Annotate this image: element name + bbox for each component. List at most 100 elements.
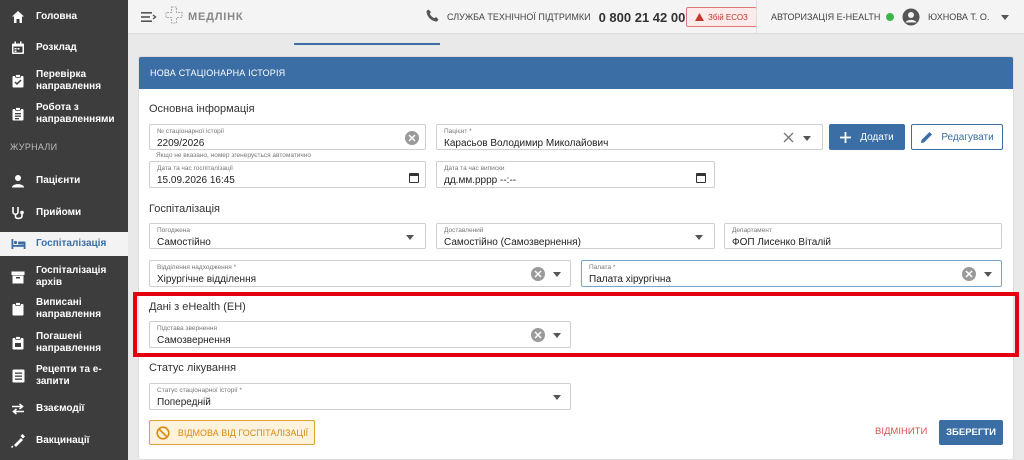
section-ehealth: Дані з eHealth (ЕН) (149, 301, 246, 313)
sidebar: Головна Розклад Перевірка направлення Ро… (0, 0, 128, 460)
history-number-field[interactable]: № стаціонарної історії 2209/2026 (149, 124, 426, 150)
save-button[interactable]: ЗБЕРЕГТИ (939, 420, 1003, 445)
appeal-basis-select[interactable]: Підстава звернення Самозвернення (149, 321, 571, 348)
sidebar-item-hospitalization-archive[interactable]: Госпіталізація архів (0, 265, 128, 288)
patient-select[interactable]: Пацієнт * Карасьов Володимир Миколайович (436, 124, 823, 150)
add-patient-button[interactable]: Додати (829, 124, 905, 150)
menu-toggle-icon[interactable] (140, 8, 158, 26)
close-icon[interactable] (783, 132, 794, 146)
sidebar-section-journals: ЖУРНАЛИ (10, 142, 58, 152)
refuse-hospitalization-button[interactable]: ВІДМОВА ВІД ГОСПІТАЛІЗАЦІЇ (149, 420, 315, 445)
sidebar-item-prescriptions[interactable]: Рецепти та е-запити (0, 363, 128, 389)
user-name: ЮХНОВА Т. О. (928, 12, 990, 22)
medical-cross-logo-icon (164, 5, 184, 28)
clear-icon[interactable] (531, 328, 545, 342)
calendar-icon (10, 40, 26, 56)
support-phone[interactable]: 0 800 21 42 00 (599, 10, 686, 25)
active-tab-indicator (294, 43, 440, 45)
admission-dept-value: Хірургічне відділення (157, 274, 257, 285)
discharge-datetime-field[interactable]: Дата та час виписки дд.мм.рррр --:-- (436, 161, 715, 188)
new-inpatient-history-card: НОВА СТАЦІОНАРНА ІСТОРІЯ Основна інформа… (138, 56, 1014, 460)
department-label: Департамент (732, 227, 772, 234)
sidebar-item-schedule[interactable]: Розклад (0, 37, 128, 59)
delivered-value: Самостійно (Самозвернення) (444, 237, 581, 248)
swap-icon (10, 401, 26, 417)
section-hospitalization: Госпіталізація (149, 203, 220, 215)
calendar-icon[interactable] (409, 173, 419, 183)
chevron-down-icon (1001, 14, 1010, 20)
clipboard-done-icon (10, 335, 26, 351)
chevron-down-icon[interactable] (553, 333, 561, 338)
logo-text: МЕДЛІНК (188, 10, 244, 23)
chevron-down-icon[interactable] (803, 136, 811, 141)
forbidden-icon (156, 425, 170, 440)
chevron-down-icon[interactable] (553, 395, 561, 400)
history-number-value: 2209/2026 (157, 138, 205, 149)
sidebar-item-label: Перевірка направлення (36, 69, 102, 92)
sidebar-item-label: Вакцинації (36, 435, 90, 446)
delivered-select[interactable]: Доставлений Самостійно (Самозвернення) (436, 223, 715, 249)
chevron-down-icon[interactable] (406, 235, 414, 240)
support-info: СЛУЖБА ТЕХНІЧНОЇ ПІДТРИМКИ 0 800 21 42 0… (426, 0, 685, 34)
stethoscope-icon (10, 205, 26, 221)
referral-select[interactable]: Погоджена Самостійно (149, 223, 426, 249)
delivered-label: Доставлений (444, 227, 484, 234)
sidebar-item-label: Виписані направлення (36, 297, 102, 320)
appeal-basis-label: Підстава звернення (157, 325, 217, 332)
clipboard-check-icon (10, 73, 26, 89)
hospitalization-datetime-field[interactable]: Дата та час госпіталізації 15.09.2026 16… (149, 161, 426, 188)
sidebar-item-redeemed-referrals[interactable]: Погашені направлення (0, 330, 128, 356)
ehealth-auth-status[interactable]: АВТОРИЗАЦІЯ E-HEALTH (756, 0, 895, 34)
bed-icon (10, 236, 26, 252)
sidebar-item-issued-referrals[interactable]: Виписані направлення (0, 296, 128, 322)
history-status-select[interactable]: Статус стаціонарної історії * Попередній (149, 383, 571, 410)
admission-department-select[interactable]: Відділення надходження * Хірургічне відд… (149, 260, 571, 287)
appeal-basis-value: Самозвернення (157, 335, 231, 346)
sidebar-item-hospitalization[interactable]: Госпіталізація (0, 232, 128, 256)
sidebar-item-patients[interactable]: Пацієнти (0, 170, 128, 192)
sidebar-item-label: Прийоми (36, 207, 82, 218)
sidebar-item-home[interactable]: Головна (0, 6, 128, 28)
hosp-datetime-label: Дата та час госпіталізації (157, 165, 233, 172)
section-treatment-status: Статус лікування (149, 362, 237, 374)
sidebar-item-label: Головна (36, 11, 78, 22)
history-status-label: Статус стаціонарної історії * (157, 387, 242, 394)
edit-patient-button[interactable]: Редагувати (911, 124, 1003, 150)
clipboard-list-icon (10, 106, 26, 122)
esoz-alert-label: Збій ЕСОЗ (708, 12, 748, 22)
sidebar-item-vaccinations[interactable]: Вакцинації (0, 430, 128, 452)
support-label: СЛУЖБА ТЕХНІЧНОЇ ПІДТРИМКИ (447, 12, 591, 22)
calendar-icon[interactable] (696, 173, 706, 183)
edit-button-label: Редагувати (941, 131, 994, 143)
sidebar-item-interactions[interactable]: Взаємодії (0, 398, 128, 420)
logo: МЕДЛІНК (164, 5, 243, 28)
referral-value: Самостійно (157, 237, 211, 248)
section-basic-info: Основна інформація (149, 103, 255, 115)
add-button-label: Додати (860, 131, 894, 143)
chevron-down-icon[interactable] (984, 272, 992, 277)
cancel-button[interactable]: ВІДМІНИТИ (875, 426, 927, 437)
esoz-alert-button[interactable]: Збій ЕСОЗ (686, 7, 757, 27)
clear-icon[interactable] (962, 267, 976, 281)
department-value: ФОП Лисенко Віталій (732, 237, 831, 248)
top-header: МЕДЛІНК СЛУЖБА ТЕХНІЧНОЇ ПІДТРИМКИ 0 800… (128, 0, 1024, 34)
sidebar-item-referral-work[interactable]: Робота з направленнями (0, 101, 128, 127)
list-icon (10, 368, 26, 384)
sidebar-item-label: Рецепти та е-запити (36, 364, 102, 387)
history-number-label: № стаціонарної історії (157, 128, 225, 135)
user-menu[interactable]: ЮХНОВА Т. О. (902, 0, 1010, 34)
sidebar-item-appointments[interactable]: Прийоми (0, 202, 128, 224)
sidebar-item-label: Госпіталізація архів (36, 265, 107, 288)
clear-icon[interactable] (531, 267, 545, 281)
archive-icon (10, 269, 26, 285)
department-field[interactable]: Департамент ФОП Лисенко Віталій (724, 223, 1002, 249)
clear-icon[interactable] (405, 131, 419, 145)
history-status-value: Попередній (157, 397, 211, 408)
ward-select[interactable]: Палата * Палата хірургічна (581, 260, 1002, 287)
syringe-icon (10, 433, 26, 449)
chevron-down-icon[interactable] (553, 272, 561, 277)
status-dot-icon (886, 13, 895, 21)
sidebar-item-referral-check[interactable]: Перевірка направлення (0, 68, 128, 94)
sidebar-item-label: Розклад (36, 42, 77, 53)
chevron-down-icon[interactable] (695, 235, 703, 240)
